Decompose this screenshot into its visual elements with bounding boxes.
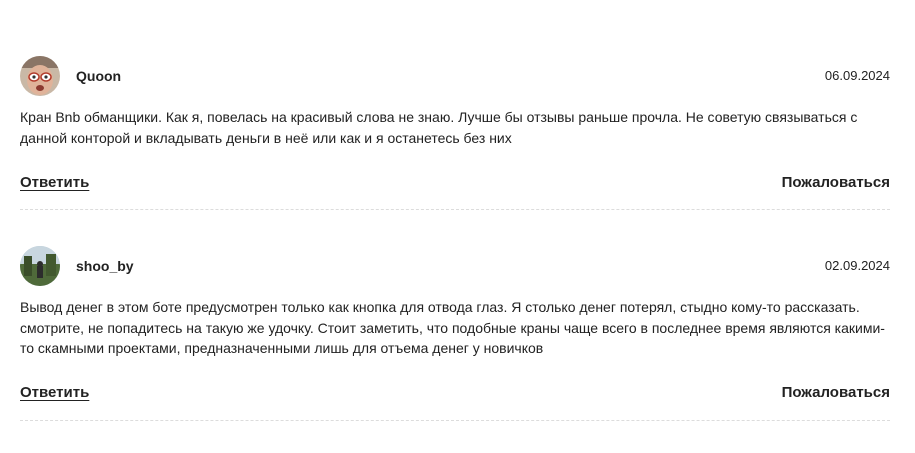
comment-actions: Ответить Пожаловаться [20,174,890,196]
comment-item: shoo_by 02.09.2024 Вывод денег в этом бо… [20,246,890,421]
comment-text: Вывод денег в этом боте предусмотрен тол… [20,299,885,356]
comment-header: shoo_by 02.09.2024 [20,246,890,286]
avatar[interactable] [20,56,60,96]
avatar[interactable] [20,246,60,286]
comment-actions: Ответить Пожаловаться [20,384,890,406]
comment-date: 02.09.2024 [824,258,890,273]
comment-author: Quoon [76,68,122,84]
comment-item: Quoon 06.09.2024 Кран Bnb обманщики. Как… [20,56,890,210]
report-button[interactable]: Пожаловаться [782,174,890,191]
reply-button[interactable]: Ответить [20,174,89,191]
divider [20,209,890,210]
comment-author: shoo_by [76,258,134,274]
reply-button[interactable]: Ответить [20,384,89,401]
comment-header: Quoon 06.09.2024 [20,56,890,96]
comment-text: Кран Bnb обманщики. Как я, повелась на к… [20,109,858,146]
divider [20,420,890,421]
report-button[interactable]: Пожаловаться [782,384,890,401]
comment-date: 06.09.2024 [824,68,890,83]
